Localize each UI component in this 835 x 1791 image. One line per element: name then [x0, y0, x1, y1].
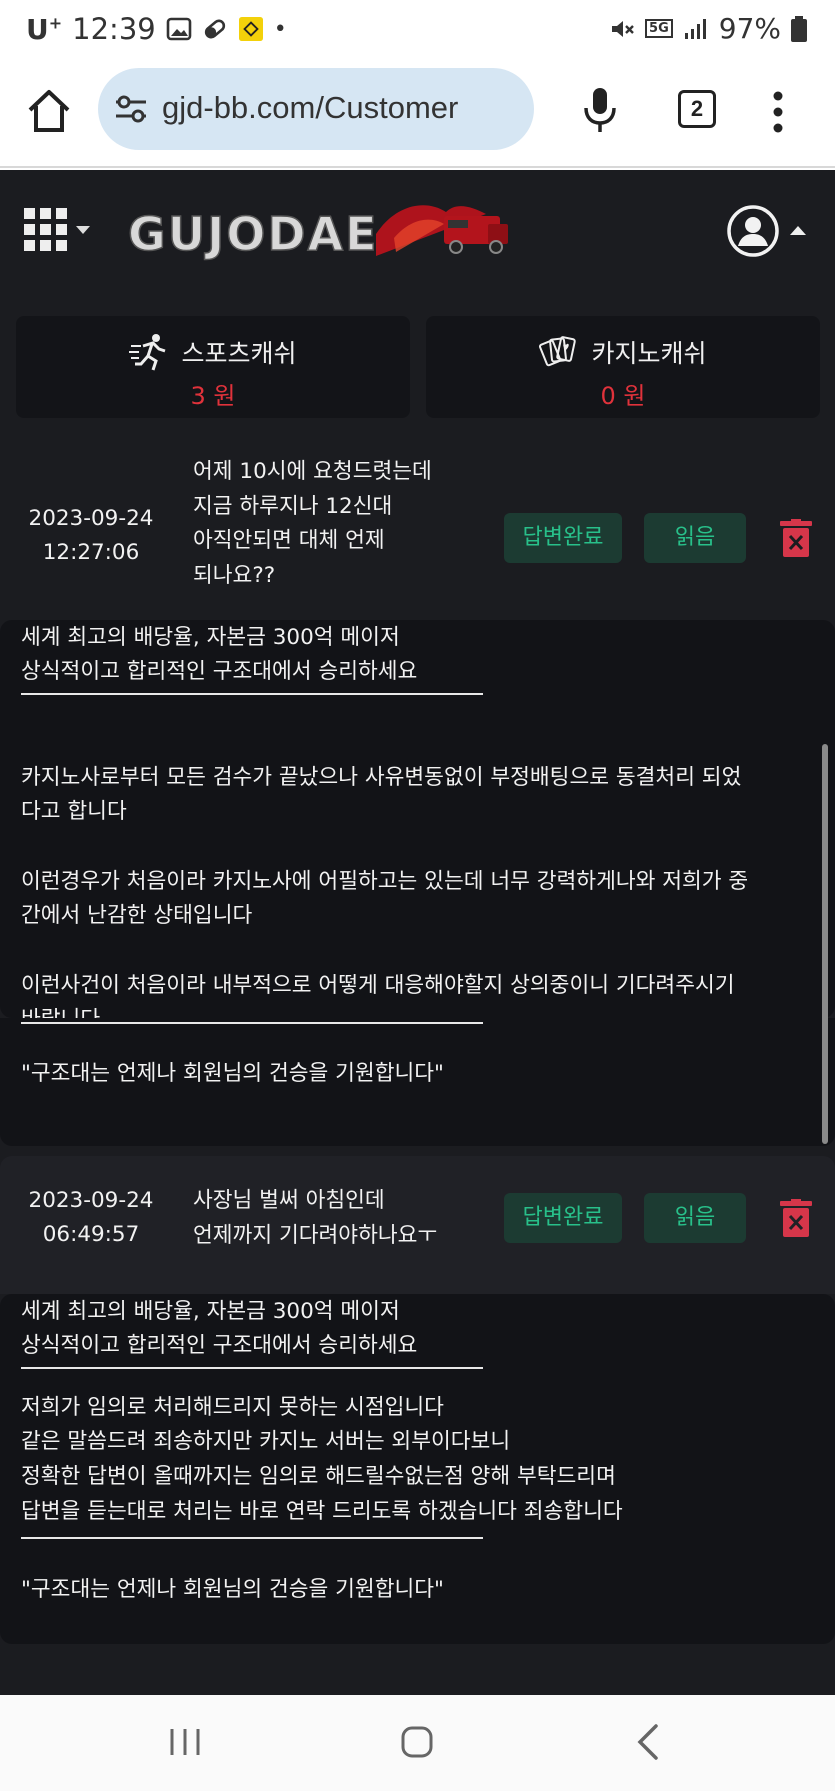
read-status-badge[interactable]: 읽음 [644, 513, 746, 563]
scrollbar[interactable] [822, 744, 828, 1144]
inquiry-datetime: 2023-09-24 06:49:57 [20, 1184, 162, 1252]
chevron-up-icon[interactable] [790, 226, 806, 235]
answer-header-line: 세계 최고의 배당율, 자본금 300억 메이저 [21, 625, 400, 650]
pill-icon [204, 19, 225, 39]
answer-body-line: 정확한 답변이 올때까지는 임의로 해드릴수없는점 양해 부탁드리며 [21, 1464, 616, 1489]
clock: 12:39 [72, 12, 156, 46]
grid-menu-icon[interactable] [24, 208, 68, 252]
carrier-label: U+ [26, 12, 63, 46]
status-left: U+ 12:39 • [26, 12, 287, 46]
answer-status-badge[interactable]: 답변완료 [504, 1193, 622, 1243]
question-line: 언제까지 기다려야하나요ㅜ [193, 1222, 438, 1248]
divider [21, 1022, 483, 1024]
chevron-down-icon[interactable] [76, 226, 90, 234]
trash-icon[interactable] [780, 519, 812, 557]
answer-panel: 세계 최고의 배당율, 자본금 300억 메이저 상식적이고 합리적인 구조대에… [0, 620, 835, 1032]
playing-cards-icon [539, 336, 577, 367]
address-bar[interactable]: gjd-bb.com/Customer [98, 68, 534, 150]
battery-level: 97% [718, 12, 781, 45]
sports-cash-value: 3 원 [190, 382, 236, 410]
answer-body-line: 다고 합니다 [21, 799, 127, 824]
casino-cash-label: 카지노캐쉬 [591, 339, 707, 368]
inquiry-row[interactable]: 2023-09-24 12:27:06 어제 10시에 요청드렷는데 지금 하루… [0, 440, 835, 600]
inquiry-question: 어제 10시에 요청드렷는데 지금 하루지나 12신대 아직안되면 대체 언제 … [193, 455, 493, 593]
answer-header-line: 상식적이고 합리적인 구조대에서 승리하세요 [21, 1333, 418, 1358]
customer-page: GUJODAE 스포츠캐쉬 3 원 카지노캐쉬 0 원 2023-09-24 1… [0, 170, 835, 1695]
answer-body-line: 답변을 듣는대로 처리는 바로 연락 드리도록 하겠습니다 죄송합니다 [21, 1499, 623, 1524]
mute-icon [612, 20, 634, 37]
inquiry-date: 2023-09-24 [28, 506, 154, 531]
question-line: 사장님 벌써 아침인데 [193, 1188, 385, 1213]
answer-body-line: 이런경우가 처음이라 카지노사에 어필하고는 있는데 너무 강력하게나와 저희가… [21, 869, 749, 894]
site-header: GUJODAE [0, 170, 835, 290]
answer-body-line: 간에서 난감한 상태입니다 [21, 903, 253, 928]
status-bar: U+ 12:39 • 5G 97% [0, 0, 835, 62]
answer-panel: 세계 최고의 배당율, 자본금 300억 메이저 상식적이고 합리적인 구조대에… [0, 1294, 835, 1644]
divider [21, 1367, 483, 1369]
answer-header-line: 상식적이고 합리적인 구조대에서 승리하세요 [21, 659, 418, 684]
home-nav-icon[interactable] [400, 1725, 434, 1759]
inquiry-question: 사장님 벌써 아침인데 언제까지 기다려야하나요ㅜ [193, 1184, 493, 1253]
site-logo[interactable]: GUJODAE [126, 194, 524, 274]
read-status-badge[interactable]: 읽음 [644, 1193, 746, 1243]
question-line: 되나요?? [193, 562, 276, 588]
question-line: 아직안되면 대체 언제 [193, 528, 385, 553]
tab-switcher-button[interactable]: 2 [678, 90, 716, 128]
inquiry-date: 2023-09-24 [28, 1188, 154, 1213]
casino-cash-title: 카지노캐쉬 [426, 332, 820, 372]
signal-icon [684, 18, 706, 39]
casino-cash-card[interactable]: 카지노캐쉬 0 원 [426, 316, 820, 418]
browser-toolbar: gjd-bb.com/Customer 2 [0, 62, 835, 168]
divider [21, 693, 483, 695]
sports-cash-label: 스포츠캐쉬 [181, 339, 297, 368]
divider [21, 1537, 483, 1539]
answer-body-line: 같은 말씀드려 죄송하지만 카지노 서버는 외부이다보니 [21, 1429, 511, 1454]
inquiry-time: 06:49:57 [42, 1222, 140, 1247]
question-line: 어제 10시에 요청드렷는데 [193, 459, 432, 484]
casino-cash-value: 0 원 [600, 382, 646, 410]
svg-text:GUJODAE: GUJODAE [128, 207, 379, 261]
answer-footer: "구조대는 언제나 회원님의 건승을 기원합니다" [21, 1061, 444, 1086]
system-nav-bar [0, 1695, 835, 1791]
answer-body-line: 저희가 임의로 처리해드리지 못하는 시점입니다 [21, 1395, 444, 1420]
question-line: 지금 하루지나 12신대 [193, 493, 393, 519]
back-icon[interactable] [636, 1723, 660, 1761]
answer-body-line: 카지노사로부터 모든 검수가 끝났으나 사유변동없이 부정배팅으로 동결처리 되… [21, 765, 742, 790]
inquiry-time: 12:27:06 [42, 540, 140, 565]
inquiry-row[interactable]: 2023-09-24 06:49:57 사장님 벌써 아침인데 언제까지 기다려… [0, 1156, 835, 1294]
network-type: 5G [645, 19, 673, 38]
mic-icon[interactable] [582, 86, 618, 134]
answer-footer: "구조대는 언제나 회원님의 건승을 기원합니다" [21, 1577, 444, 1602]
url-text[interactable]: gjd-bb.com/Customer [162, 90, 458, 126]
gallery-icon [166, 17, 192, 41]
status-right: 5G 97% [609, 12, 807, 45]
trash-icon[interactable] [780, 1199, 812, 1237]
running-person-icon [129, 334, 166, 371]
home-icon[interactable] [26, 88, 72, 134]
sports-cash-title: 스포츠캐쉬 [16, 332, 410, 372]
tune-icon[interactable] [114, 92, 148, 126]
app-notification-icon [238, 17, 263, 41]
battery-icon [791, 15, 807, 42]
more-vert-icon[interactable] [768, 90, 788, 134]
answer-body-line: 이런사건이 처음이라 내부적으로 어떻게 대응해야할지 상의중이니 기다려주시기 [21, 973, 735, 998]
recent-apps-icon[interactable] [168, 1725, 202, 1759]
answer-status-badge[interactable]: 답변완료 [504, 513, 622, 563]
notification-dot-icon: • [273, 16, 287, 42]
inquiry-datetime: 2023-09-24 12:27:06 [20, 502, 162, 570]
answer-panel-footer: "구조대는 언제나 회원님의 건승을 기원합니다" [0, 1018, 835, 1146]
answer-header-line: 세계 최고의 배당율, 자본금 300억 메이저 [21, 1299, 400, 1324]
user-avatar-icon[interactable] [726, 204, 780, 258]
sports-cash-card[interactable]: 스포츠캐쉬 3 원 [16, 316, 410, 418]
